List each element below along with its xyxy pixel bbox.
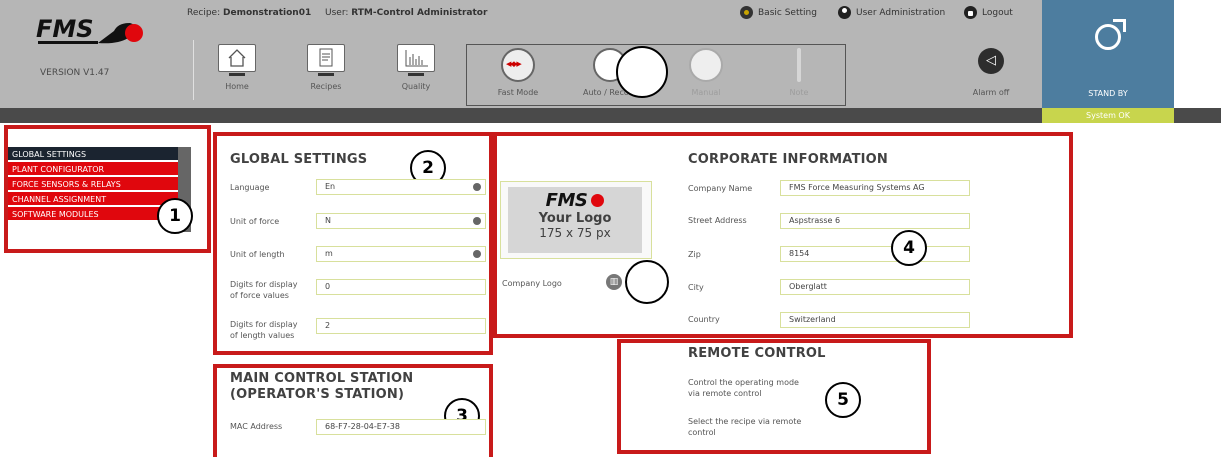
- recipe-info: Recipe: Demonstration01: [187, 8, 312, 18]
- digits-length-label: Digits for display of length values: [230, 320, 298, 340]
- svg-text:FMS: FMS: [36, 15, 94, 43]
- country-field[interactable]: Switzerland: [780, 312, 970, 328]
- digits-length-input[interactable]: 2: [316, 318, 486, 334]
- logout-link[interactable]: Logout: [964, 6, 1013, 19]
- language-label: Language: [230, 183, 270, 192]
- home-button[interactable]: Home: [208, 44, 266, 104]
- zip-label: Zip: [688, 250, 701, 259]
- unit-length-select[interactable]: m: [316, 246, 486, 262]
- standby-panel[interactable]: STAND BY: [1042, 0, 1174, 108]
- callout-blank-logo: [625, 260, 669, 304]
- main-control-title: MAIN CONTROL STATION (OPERATOR'S STATION…: [230, 371, 414, 402]
- sidebar-item-software-modules[interactable]: SOFTWARE MODULES: [8, 207, 178, 222]
- callout-blank-mode: [616, 46, 668, 98]
- recipe-icon: [307, 44, 345, 76]
- gear-icon: [740, 6, 753, 19]
- language-select[interactable]: En: [316, 179, 486, 195]
- user-info: User: RTM-Control Administrator: [325, 8, 488, 18]
- unit-force-label: Unit of force: [230, 217, 280, 226]
- company-logo-label: Company Logo: [502, 279, 562, 288]
- system-status-badge: System OK: [1042, 108, 1174, 123]
- status-bar: [0, 108, 1221, 123]
- standby-icon: [1095, 19, 1126, 50]
- note-icon: [797, 48, 801, 82]
- alarm-off-button[interactable]: ◁ Alarm off: [966, 48, 1016, 97]
- sidebar-item-plant-configurator[interactable]: PLANT CONFIGURATOR: [8, 162, 178, 177]
- lock-icon: [964, 6, 977, 19]
- basic-setting-link[interactable]: Basic Setting: [740, 6, 817, 19]
- sidebar-item-force-sensors-relays[interactable]: FORCE SENSORS & RELAYS: [8, 177, 178, 192]
- remote-control-title: REMOTE CONTROL: [688, 346, 826, 361]
- sidebar-item-channel-assignment[interactable]: CHANNEL ASSIGNMENT: [8, 192, 178, 207]
- logo-brand: FMS: [508, 190, 642, 211]
- home-icon: [218, 44, 256, 76]
- corporate-info-title: CORPORATE INFORMATION: [688, 152, 888, 167]
- company-logo-image: FMS Your Logo 175 x 75 px: [508, 187, 642, 253]
- chevron-down-icon: [473, 250, 481, 258]
- digits-force-label: Digits for display of force values: [230, 280, 298, 300]
- remote-mode-text: Control the operating mode via remote co…: [688, 378, 799, 398]
- hand-icon: [689, 48, 723, 82]
- speaker-icon: ◁: [978, 48, 1004, 74]
- version-label: VERSION V1.47: [40, 68, 110, 78]
- user-icon: [838, 6, 851, 19]
- user-administration-link[interactable]: User Administration: [838, 6, 945, 19]
- callout-5: 5: [825, 382, 861, 418]
- remote-recipe-text: Select the recipe via remote control: [688, 417, 802, 437]
- street-address-field[interactable]: Aspstrasse 6: [780, 213, 970, 229]
- digits-force-input[interactable]: 0: [316, 279, 486, 295]
- standby-label: STAND BY: [1088, 89, 1128, 98]
- toolbar-divider: [193, 40, 194, 100]
- unit-force-select[interactable]: N: [316, 213, 486, 229]
- quality-button[interactable]: Quality: [387, 44, 445, 104]
- city-label: City: [688, 283, 704, 292]
- street-address-label: Street Address: [688, 216, 747, 225]
- quality-chart-icon: [397, 44, 435, 76]
- chevron-down-icon: [473, 183, 481, 191]
- recipes-button[interactable]: Recipes: [297, 44, 355, 104]
- fast-forward-icon: [501, 48, 535, 82]
- fast-mode-button[interactable]: Fast Mode: [478, 48, 558, 97]
- trash-icon[interactable]: ▥: [606, 274, 622, 290]
- global-settings-title: GLOBAL SETTINGS: [230, 152, 368, 167]
- city-field[interactable]: Oberglatt: [780, 279, 970, 295]
- zip-field[interactable]: 8154: [780, 246, 970, 262]
- note-button[interactable]: Note: [759, 88, 839, 97]
- company-name-label: Company Name: [688, 184, 753, 193]
- callout-4: 4: [891, 230, 927, 266]
- company-name-field[interactable]: FMS Force Measuring Systems AG: [780, 180, 970, 196]
- mac-address-field[interactable]: 68-F7-28-04-E7-38: [316, 419, 486, 435]
- chevron-down-icon: [473, 217, 481, 225]
- manual-button[interactable]: Manual: [666, 48, 746, 97]
- unit-length-label: Unit of length: [230, 250, 285, 259]
- callout-1: 1: [157, 198, 193, 234]
- fms-logo: FMS: [34, 13, 154, 47]
- mac-address-label: MAC Address: [230, 422, 283, 431]
- country-label: Country: [688, 315, 720, 324]
- sidebar-item-global-settings[interactable]: GLOBAL SETTINGS: [8, 147, 178, 162]
